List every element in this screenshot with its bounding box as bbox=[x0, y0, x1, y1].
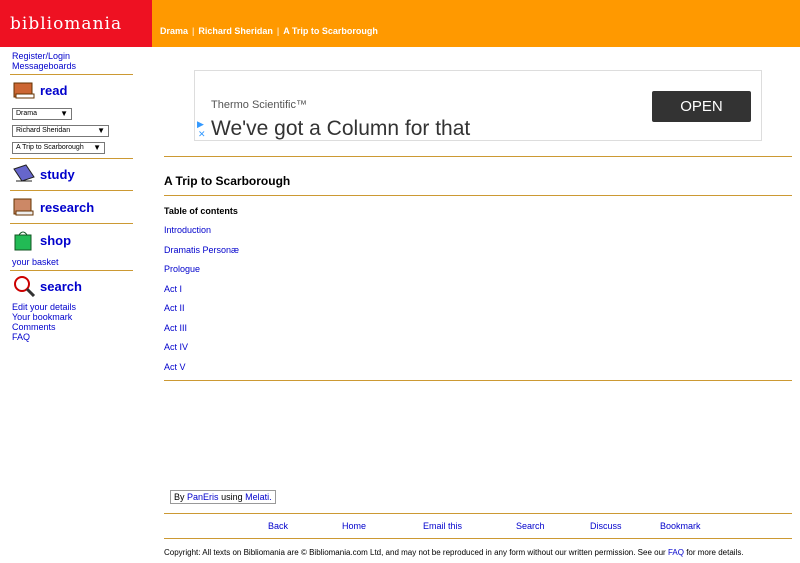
melati-link[interactable]: Melati. bbox=[245, 492, 272, 502]
footer-back-link[interactable]: Back bbox=[268, 521, 288, 531]
toc-heading: Table of contents bbox=[164, 206, 238, 216]
breadcrumb-author[interactable]: Richard Sheridan bbox=[198, 26, 273, 36]
author-select[interactable]: Richard Sheridan ▼ bbox=[12, 125, 109, 137]
toc-dramatis-personae[interactable]: Dramatis Personæ bbox=[164, 245, 239, 255]
read-link[interactable]: read bbox=[40, 83, 67, 98]
divider bbox=[10, 270, 133, 271]
breadcrumb-title[interactable]: A Trip to Scarborough bbox=[283, 26, 378, 36]
toc-introduction[interactable]: Introduction bbox=[164, 225, 211, 235]
shop-section[interactable]: shop bbox=[12, 229, 71, 251]
copyright-faq-link[interactable]: FAQ bbox=[668, 548, 684, 557]
chevron-down-icon: ▼ bbox=[60, 109, 68, 118]
divider bbox=[164, 538, 792, 539]
study-section[interactable]: study bbox=[12, 163, 75, 185]
ad-brand: Thermo Scientific™ bbox=[211, 99, 307, 111]
study-link[interactable]: study bbox=[40, 167, 75, 182]
footer-home-link[interactable]: Home bbox=[342, 521, 366, 531]
copyright-notice: Copyright: All texts on Bibliomania are … bbox=[164, 548, 744, 557]
book-icon bbox=[13, 82, 35, 99]
logo-text: bibliomania bbox=[10, 14, 123, 34]
shop-link[interactable]: shop bbox=[40, 233, 71, 248]
breadcrumb-drama[interactable]: Drama bbox=[160, 26, 188, 36]
research-book-icon bbox=[13, 198, 34, 216]
search-link[interactable]: search bbox=[40, 279, 82, 294]
footer-email-link[interactable]: Email this bbox=[423, 521, 462, 531]
footer-discuss-link[interactable]: Discuss bbox=[590, 521, 622, 531]
divider bbox=[10, 223, 133, 224]
site-logo[interactable]: bibliomania bbox=[0, 0, 152, 47]
ad-close-icon[interactable]: ✕ bbox=[198, 129, 206, 140]
title-select[interactable]: A Trip to Scarborough ▼ bbox=[12, 142, 105, 154]
study-icon bbox=[13, 164, 35, 182]
divider bbox=[10, 190, 133, 191]
toc-act-5[interactable]: Act V bbox=[164, 362, 186, 372]
research-link[interactable]: research bbox=[40, 200, 94, 215]
ad-open-button[interactable]: OPEN bbox=[652, 91, 751, 122]
divider bbox=[164, 156, 792, 157]
messageboards-link[interactable]: Messageboards bbox=[12, 61, 76, 71]
divider bbox=[10, 158, 133, 159]
read-section[interactable]: read bbox=[12, 79, 67, 101]
divider bbox=[164, 195, 792, 196]
bookmark-link[interactable]: Your bookmark bbox=[12, 312, 76, 322]
advertisement[interactable]: Thermo Scientific™ We've got a Column fo… bbox=[194, 70, 762, 141]
basket-link[interactable]: your basket bbox=[12, 257, 59, 267]
breadcrumb: Drama | Richard Sheridan | A Trip to Scarbor… bbox=[160, 26, 378, 36]
faq-link[interactable]: FAQ bbox=[12, 332, 76, 342]
footer-bookmark-link[interactable]: Bookmark bbox=[660, 521, 701, 531]
divider bbox=[164, 380, 792, 381]
search-section[interactable]: search bbox=[12, 275, 82, 297]
paneris-link[interactable]: PanEris bbox=[187, 492, 219, 502]
shopping-bag-icon bbox=[14, 231, 32, 251]
chevron-down-icon: ▼ bbox=[97, 126, 105, 135]
toc-act-1[interactable]: Act I bbox=[164, 284, 182, 294]
register-login-link[interactable]: Register/Login bbox=[12, 51, 76, 61]
credit-box: By PanEris using Melati. bbox=[170, 490, 276, 504]
page-title: A Trip to Scarborough bbox=[164, 174, 291, 188]
chevron-down-icon: ▼ bbox=[93, 143, 101, 152]
top-bar: Drama | Richard Sheridan | A Trip to Scarbor… bbox=[152, 0, 800, 47]
toc-prologue[interactable]: Prologue bbox=[164, 264, 200, 274]
genre-select[interactable]: Drama ▼ bbox=[12, 108, 72, 120]
toc-act-4[interactable]: Act IV bbox=[164, 342, 188, 352]
divider bbox=[10, 74, 133, 75]
research-section[interactable]: research bbox=[12, 196, 94, 218]
toc-act-2[interactable]: Act II bbox=[164, 303, 185, 313]
magnifier-icon bbox=[14, 276, 36, 297]
edit-details-link[interactable]: Edit your details bbox=[12, 302, 76, 312]
ad-headline[interactable]: We've got a Column for that bbox=[211, 117, 470, 141]
comments-link[interactable]: Comments bbox=[12, 322, 76, 332]
footer-search-link[interactable]: Search bbox=[516, 521, 545, 531]
divider bbox=[164, 513, 792, 514]
toc-act-3[interactable]: Act III bbox=[164, 323, 187, 333]
